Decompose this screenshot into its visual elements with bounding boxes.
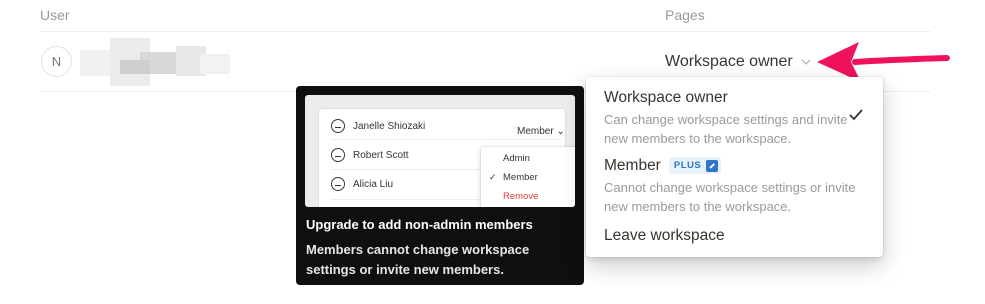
- preview-role-label: Member ⌄: [517, 126, 565, 137]
- person-avatar-icon: [331, 177, 345, 191]
- tooltip-body: Members cannot change workspace settings…: [306, 242, 530, 277]
- preview-role-text: Member: [517, 126, 554, 137]
- preview-member-name: Janelle Shiozaki: [353, 120, 426, 132]
- upgrade-tooltip: Janelle Shiozaki Member ⌄ Robert Scott A…: [296, 86, 584, 285]
- chevron-down-icon: [801, 59, 811, 65]
- check-icon: [849, 109, 863, 121]
- preview-menu-admin: Admin: [503, 153, 530, 164]
- preview-member-name: Alicia Liu: [353, 178, 394, 190]
- preview-member-row: Robert Scott: [331, 144, 409, 166]
- preview-member-row: Janelle Shiozaki: [331, 115, 425, 137]
- option-description: Cannot change workspace settings or invi…: [604, 180, 856, 214]
- preview-menu-member: Member: [503, 172, 538, 183]
- check-icon: ✓: [489, 172, 497, 182]
- person-avatar-icon: [331, 148, 345, 162]
- preview-menu-remove: Remove: [503, 191, 539, 202]
- role-select[interactable]: Workspace owner: [665, 51, 812, 73]
- preview-role-menu: Admin ✓ Member Remove: [481, 147, 575, 207]
- person-avatar-icon: [331, 119, 345, 133]
- plus-badge[interactable]: PLUS: [668, 157, 722, 174]
- role-select-label: Workspace owner: [665, 53, 793, 70]
- blurred-user-name: [80, 32, 230, 92]
- option-title: Member PLUS: [604, 157, 722, 175]
- column-header-user: User: [40, 7, 70, 23]
- avatar: N: [41, 46, 72, 77]
- tooltip-title: Upgrade to add non-admin members: [306, 217, 533, 232]
- option-description: Can change workspace settings and invite…: [604, 112, 848, 146]
- divider: [331, 139, 561, 140]
- option-title: Workspace owner: [604, 89, 728, 106]
- menu-option-leave-workspace[interactable]: Leave workspace: [604, 227, 725, 245]
- preview-member-row: Alicia Liu: [331, 173, 393, 195]
- preview-member-list: Janelle Shiozaki Member ⌄ Robert Scott A…: [319, 109, 575, 207]
- tooltip-preview-image: Janelle Shiozaki Member ⌄ Robert Scott A…: [305, 95, 575, 207]
- column-header-pages: Pages: [665, 7, 705, 23]
- preview-member-name: Robert Scott: [353, 149, 409, 161]
- external-link-icon: [706, 159, 719, 172]
- plus-badge-label: PLUS: [673, 160, 702, 171]
- option-title-text: Member: [604, 157, 661, 174]
- role-dropdown-menu: Workspace owner Can change workspace set…: [586, 77, 883, 257]
